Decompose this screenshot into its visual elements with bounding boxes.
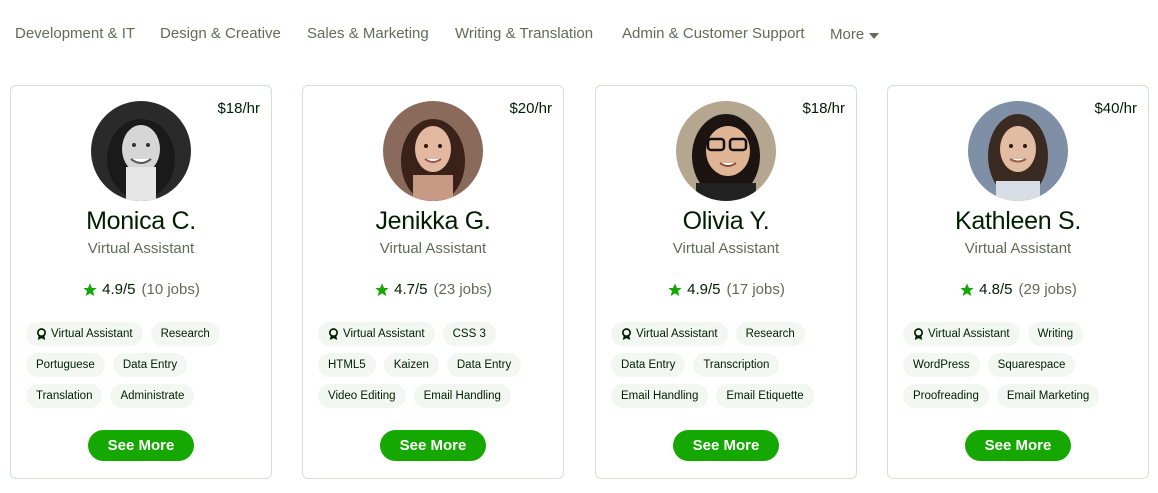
nav-item-writing-translation[interactable]: Writing & Translation [455, 24, 593, 44]
award-badge-icon [914, 327, 923, 340]
caret-down-icon [869, 32, 880, 39]
star-icon [960, 282, 974, 296]
avatar [383, 101, 483, 201]
skill-tag[interactable]: Research [150, 322, 220, 346]
skill-label: Virtual Assistant [928, 328, 1010, 340]
jobs-count: (29 jobs) [1018, 281, 1077, 298]
rating: 4.9/5 (10 jobs) [11, 281, 271, 298]
category-nav: Development & IT Design & Creative Sales… [0, 0, 1158, 68]
nav-more-label: More [830, 26, 865, 43]
skill-tag[interactable]: Translation [26, 384, 103, 408]
avatar [968, 101, 1068, 201]
nav-item-development-it[interactable]: Development & IT [15, 24, 135, 44]
hourly-rate: $18/hr [802, 100, 845, 117]
avatar [676, 101, 776, 201]
skill-label: Virtual Assistant [343, 328, 425, 340]
freelancer-title: Virtual Assistant [964, 240, 1072, 257]
rating-score: 4.8/5 [979, 281, 1013, 298]
skill-tag[interactable]: Virtual Assistant [318, 322, 435, 346]
rating: 4.8/5 (29 jobs) [888, 281, 1148, 298]
nav-more-button[interactable]: More [830, 25, 880, 45]
freelancer-name: Jenikka G. [375, 207, 491, 235]
avatar [91, 101, 191, 201]
skill-tag[interactable]: Virtual Assistant [903, 322, 1020, 346]
star-icon [668, 282, 682, 296]
skills-list: Virtual Assistant Research Data Entry Tr… [611, 322, 851, 408]
skill-tag[interactable]: WordPress [903, 353, 980, 377]
hourly-rate: $18/hr [217, 100, 260, 117]
skill-tag[interactable]: Transcription [693, 353, 780, 377]
see-more-button[interactable]: See More [88, 430, 194, 461]
skill-tag[interactable]: Data Entry [112, 353, 188, 377]
hourly-rate: $20/hr [509, 100, 552, 117]
skill-tag[interactable]: Squarespace [987, 353, 1076, 377]
nav-item-sales-marketing[interactable]: Sales & Marketing [307, 24, 429, 44]
skill-tag[interactable]: Data Entry [611, 353, 686, 377]
skill-tag[interactable]: CSS 3 [442, 322, 496, 346]
freelancer-title: Virtual Assistant [672, 240, 780, 257]
skill-label: Virtual Assistant [51, 328, 133, 340]
skill-tag[interactable]: Administrate [110, 384, 195, 408]
rating: 4.7/5 (23 jobs) [303, 281, 563, 298]
award-badge-icon [622, 327, 631, 340]
rating-score: 4.9/5 [687, 281, 721, 298]
freelancer-card: $18/hr Monica C. Virtual Assistant 4.9/5… [10, 85, 272, 479]
skills-list: Virtual Assistant Research Portuguese Da… [26, 322, 266, 408]
freelancer-card: $20/hr Jenikka G. Virtual Assistant 4.7/… [302, 85, 564, 479]
rating: 4.9/5 (17 jobs) [596, 281, 856, 298]
see-more-button[interactable]: See More [965, 430, 1071, 461]
rating-score: 4.9/5 [102, 281, 136, 298]
skill-tag[interactable]: Proofreading [903, 384, 989, 408]
see-more-button[interactable]: See More [380, 430, 486, 461]
skill-tag[interactable]: HTML5 [318, 353, 376, 377]
freelancer-card: $40/hr Kathleen S. Virtual Assistant 4.8… [887, 85, 1149, 479]
skill-tag[interactable]: Virtual Assistant [611, 322, 728, 346]
nav-item-admin-support[interactable]: Admin & Customer Support [622, 24, 805, 44]
freelancer-name: Kathleen S. [955, 207, 1081, 235]
rating-score: 4.7/5 [394, 281, 428, 298]
skill-tag[interactable]: Research [735, 322, 805, 346]
freelancer-title: Virtual Assistant [379, 240, 487, 257]
award-badge-icon [37, 327, 46, 340]
nav-item-design-creative[interactable]: Design & Creative [160, 24, 281, 44]
skills-list: Virtual Assistant CSS 3 HTML5 Kaizen Dat… [318, 322, 558, 408]
skill-tag[interactable]: Portuguese [26, 353, 105, 377]
skill-label: Virtual Assistant [636, 328, 718, 340]
hourly-rate: $40/hr [1094, 100, 1137, 117]
skill-tag[interactable]: Email Handling [413, 384, 511, 408]
skill-tag[interactable]: Data Entry [446, 353, 522, 377]
skill-tag[interactable]: Email Handling [611, 384, 709, 408]
skills-list: Virtual Assistant Writing WordPress Squa… [903, 322, 1143, 408]
skill-tag[interactable]: Email Etiquette [716, 384, 814, 408]
jobs-count: (10 jobs) [141, 281, 200, 298]
skill-tag[interactable]: Email Marketing [996, 384, 1100, 408]
jobs-count: (23 jobs) [433, 281, 492, 298]
see-more-button[interactable]: See More [673, 430, 779, 461]
freelancer-title: Virtual Assistant [87, 240, 195, 257]
skill-tag[interactable]: Writing [1027, 322, 1084, 346]
star-icon [83, 282, 97, 296]
jobs-count: (17 jobs) [726, 281, 785, 298]
skill-tag[interactable]: Kaizen [383, 353, 439, 377]
freelancer-card: $18/hr Olivia Y. Virtual Assistant 4.9/5… [595, 85, 857, 479]
freelancer-name: Monica C. [86, 207, 196, 235]
skill-tag[interactable]: Virtual Assistant [26, 322, 143, 346]
star-icon [375, 282, 389, 296]
award-badge-icon [329, 327, 338, 340]
skill-tag[interactable]: Video Editing [318, 384, 406, 408]
freelancer-name: Olivia Y. [682, 207, 770, 235]
